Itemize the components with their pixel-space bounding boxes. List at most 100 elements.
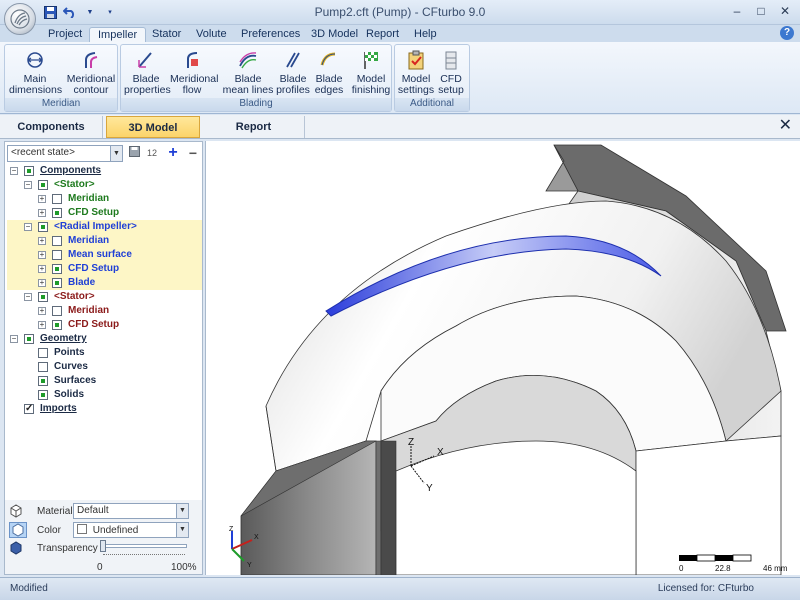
close-view-icon[interactable]: ✕ (779, 118, 792, 134)
blade-mean-lines-button[interactable]: Blade mean lines (221, 47, 275, 96)
collapse-icon[interactable]: − (24, 293, 32, 301)
3d-model-canvas[interactable]: Z X Y Z X Y 0 22.8 46 mm (206, 141, 800, 575)
checkbox-checked[interactable] (38, 180, 48, 190)
tree-item-stator-1-cfd-setup[interactable]: + CFD Setup (7, 206, 202, 220)
status-bar: Modified Licensed for: CFturbo (0, 577, 800, 600)
expand-icon[interactable]: + (38, 265, 46, 273)
collapse-icon[interactable]: − (10, 167, 18, 175)
expand-icon[interactable]: + (38, 251, 46, 259)
maximize-icon[interactable]: □ (752, 3, 770, 19)
ribbon: Main dimensions Meridional contour Merid… (0, 42, 800, 114)
tree-item-stator-2-cfd-setup[interactable]: + CFD Setup (7, 318, 202, 332)
checkbox-checked[interactable] (38, 292, 48, 302)
tree-label: Meridian (68, 193, 110, 204)
app-menu-button[interactable] (4, 3, 36, 35)
tree-label: Meridian (68, 305, 110, 316)
collapse-icon[interactable]: − (24, 223, 32, 231)
chevron-down-icon[interactable]: ▼ (110, 146, 122, 161)
checkbox-unchecked[interactable] (38, 348, 48, 358)
color-select[interactable]: Undefined ▼ (73, 522, 189, 538)
model-settings-button[interactable]: Model settings (397, 47, 435, 96)
lower-right-face (635, 435, 782, 575)
chevron-down-icon[interactable]: ▼ (176, 523, 188, 537)
main-dimensions-button[interactable]: Main dimensions (9, 47, 62, 96)
tree-item-impeller-blade[interactable]: + Blade (7, 276, 202, 290)
tree-item-impeller-cfd-setup[interactable]: + CFD Setup (7, 262, 202, 276)
tree-item-components[interactable]: − Components (7, 164, 202, 178)
checkbox-unchecked[interactable] (52, 250, 62, 260)
checkbox-checked[interactable] (38, 376, 48, 386)
model-finishing-button[interactable]: Model finishing (349, 47, 393, 96)
group-blading-label: Blading (121, 98, 391, 111)
meridional-flow-button[interactable]: Meridional flow (170, 47, 218, 96)
checkbox-unchecked[interactable] (52, 306, 62, 316)
tree-item-imports[interactable]: Imports (7, 402, 202, 416)
slider-ticks (103, 552, 185, 555)
minimize-icon[interactable]: – (728, 3, 746, 19)
tab-3d-model-view[interactable]: 3D Model (106, 116, 200, 138)
tree-item-geometry[interactable]: − Geometry (7, 332, 202, 346)
expand-icon[interactable]: + (38, 279, 46, 287)
checkbox-checked[interactable] (24, 334, 34, 344)
tree-item-impeller-mean-surface[interactable]: + Mean surface (7, 248, 202, 262)
cfd-setup-button[interactable]: CFD setup (433, 47, 469, 96)
transparency-slider[interactable] (100, 540, 187, 552)
checkbox-ticked[interactable] (24, 402, 34, 416)
group-additional-label: Additional (395, 98, 469, 111)
scale-start-label: 0 (679, 564, 684, 573)
tree-item-solids[interactable]: Solids (7, 388, 202, 402)
recent-state-combo[interactable]: <recent state> ▼ (7, 145, 123, 162)
expand-icon[interactable]: + (38, 321, 46, 329)
expand-icon[interactable]: + (38, 307, 46, 315)
material-select[interactable]: Default ▼ (73, 503, 189, 519)
checkbox-checked[interactable] (38, 222, 48, 232)
transparency-cube-icon (9, 541, 23, 558)
sort-icon[interactable]: 12 (144, 145, 160, 161)
close-window-icon[interactable]: ✕ (776, 3, 794, 19)
tree-item-surfaces[interactable]: Surfaces (7, 374, 202, 388)
meridional-contour-button[interactable]: Meridional contour (65, 47, 117, 96)
color-cube-icon[interactable] (9, 522, 27, 538)
add-icon[interactable]: + (165, 145, 181, 161)
checkbox-checked[interactable] (52, 264, 62, 274)
collapse-icon[interactable]: − (24, 181, 32, 189)
tree-item-stator-2[interactable]: − <Stator> (7, 290, 202, 304)
save-state-icon[interactable] (126, 145, 142, 161)
blade-properties-icon (135, 49, 157, 71)
tree-item-stator-1[interactable]: − <Stator> (7, 178, 202, 192)
tab-components[interactable]: Components (0, 116, 103, 138)
app-logo-icon (10, 9, 30, 29)
tree-item-impeller-meridian[interactable]: + Meridian (7, 234, 202, 248)
tree-item-curves[interactable]: Curves (7, 360, 202, 374)
checkbox-checked[interactable] (52, 320, 62, 330)
tab-report-view[interactable]: Report (203, 116, 305, 138)
chevron-down-icon[interactable]: ▼ (176, 504, 188, 518)
blade-profiles-button[interactable]: Blade profiles (275, 47, 311, 96)
checkbox-checked[interactable] (38, 390, 48, 400)
checkbox-checked[interactable] (52, 278, 62, 288)
checkbox-checked[interactable] (24, 166, 34, 176)
main-dimensions-icon (24, 49, 46, 71)
expand-icon[interactable]: + (38, 237, 46, 245)
blade-properties-button[interactable]: Blade properties (124, 47, 171, 96)
checkbox-checked[interactable] (52, 208, 62, 218)
tree-label: Components (40, 165, 102, 176)
tree-toolbar: <recent state> ▼ 12 + − (7, 145, 202, 163)
expand-icon[interactable]: + (38, 209, 46, 217)
remove-icon[interactable]: − (185, 145, 201, 161)
expand-icon[interactable]: + (38, 195, 46, 203)
tree-item-radial-impeller[interactable]: − <Radial Impeller> (7, 220, 202, 234)
slider-thumb[interactable] (100, 540, 106, 552)
help-icon[interactable]: ? (780, 26, 794, 40)
3d-viewport[interactable]: Z X Y Z X Y 0 22.8 46 mm (205, 141, 800, 575)
tree-item-stator-1-meridian[interactable]: + Meridian (7, 192, 202, 206)
window-title: Pump2.cft (Pump) - CFturbo 9.0 (314, 5, 486, 19)
blade-edges-button[interactable]: Blade edges (311, 47, 347, 96)
tree-item-points[interactable]: Points (7, 346, 202, 360)
checkbox-unchecked[interactable] (52, 194, 62, 204)
checkbox-unchecked[interactable] (52, 236, 62, 246)
blade-mean-lines-label-2: mean lines (222, 84, 274, 96)
tree-item-stator-2-meridian[interactable]: + Meridian (7, 304, 202, 318)
checkbox-unchecked[interactable] (38, 362, 48, 372)
collapse-icon[interactable]: − (10, 335, 18, 343)
